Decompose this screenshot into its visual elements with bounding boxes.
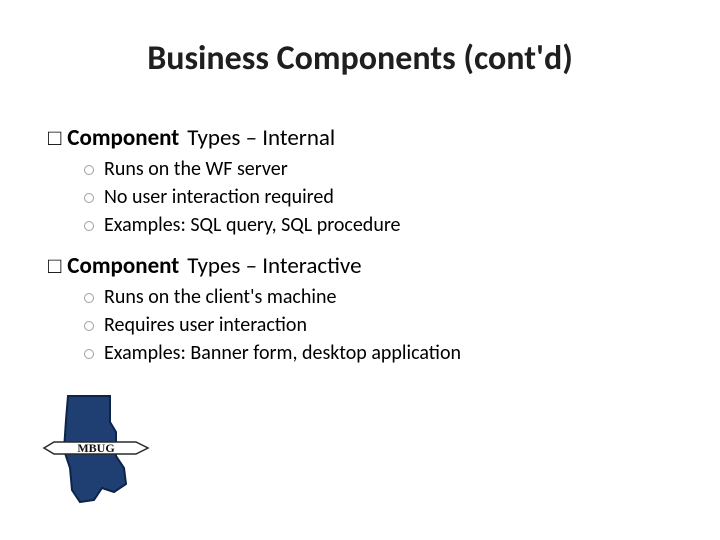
list-item-text: Requires user interaction [104,312,307,338]
list-item: Examples: SQL query, SQL procedure [84,212,672,238]
heading-rest: Types – Interactive [187,252,361,282]
ring-bullet-icon [84,165,94,175]
list-item: Requires user interaction [84,312,672,338]
ring-bullet-icon [84,321,94,331]
list-item: No user interaction required [84,184,672,210]
spacer [48,240,672,246]
heading-bold: Component [67,252,179,282]
bullet-square-icon: □ [48,124,61,153]
ring-bullet-icon [84,349,94,359]
section-heading: □ Component Types – Internal [48,124,672,154]
list-item-text: Runs on the WF server [104,156,288,182]
bullet-square-icon: □ [48,252,61,281]
state-map-icon: MBUG [36,390,156,510]
list-item: Runs on the WF server [84,156,672,182]
list-item-text: Examples: SQL query, SQL procedure [104,212,400,238]
section-heading: □ Component Types – Interactive [48,252,672,282]
list-item-text: No user interaction required [104,184,334,210]
heading-bold: Component [67,124,179,154]
list-item: Examples: Banner form, desktop applicati… [84,340,672,366]
slide: Business Components (cont'd) □ Component… [0,0,720,540]
list-item-text: Examples: Banner form, desktop applicati… [104,340,461,366]
logo-label: MBUG [77,441,114,455]
ring-bullet-icon [84,193,94,203]
list-item: Runs on the client's machine [84,284,672,310]
slide-content: □ Component Types – Internal Runs on the… [48,118,672,368]
mbug-logo: MBUG [36,390,156,510]
heading-rest: Types – Internal [187,124,335,154]
list-item-text: Runs on the client's machine [104,284,336,310]
ring-bullet-icon [84,293,94,303]
slide-title: Business Components (cont'd) [0,38,720,79]
ring-bullet-icon [84,221,94,231]
